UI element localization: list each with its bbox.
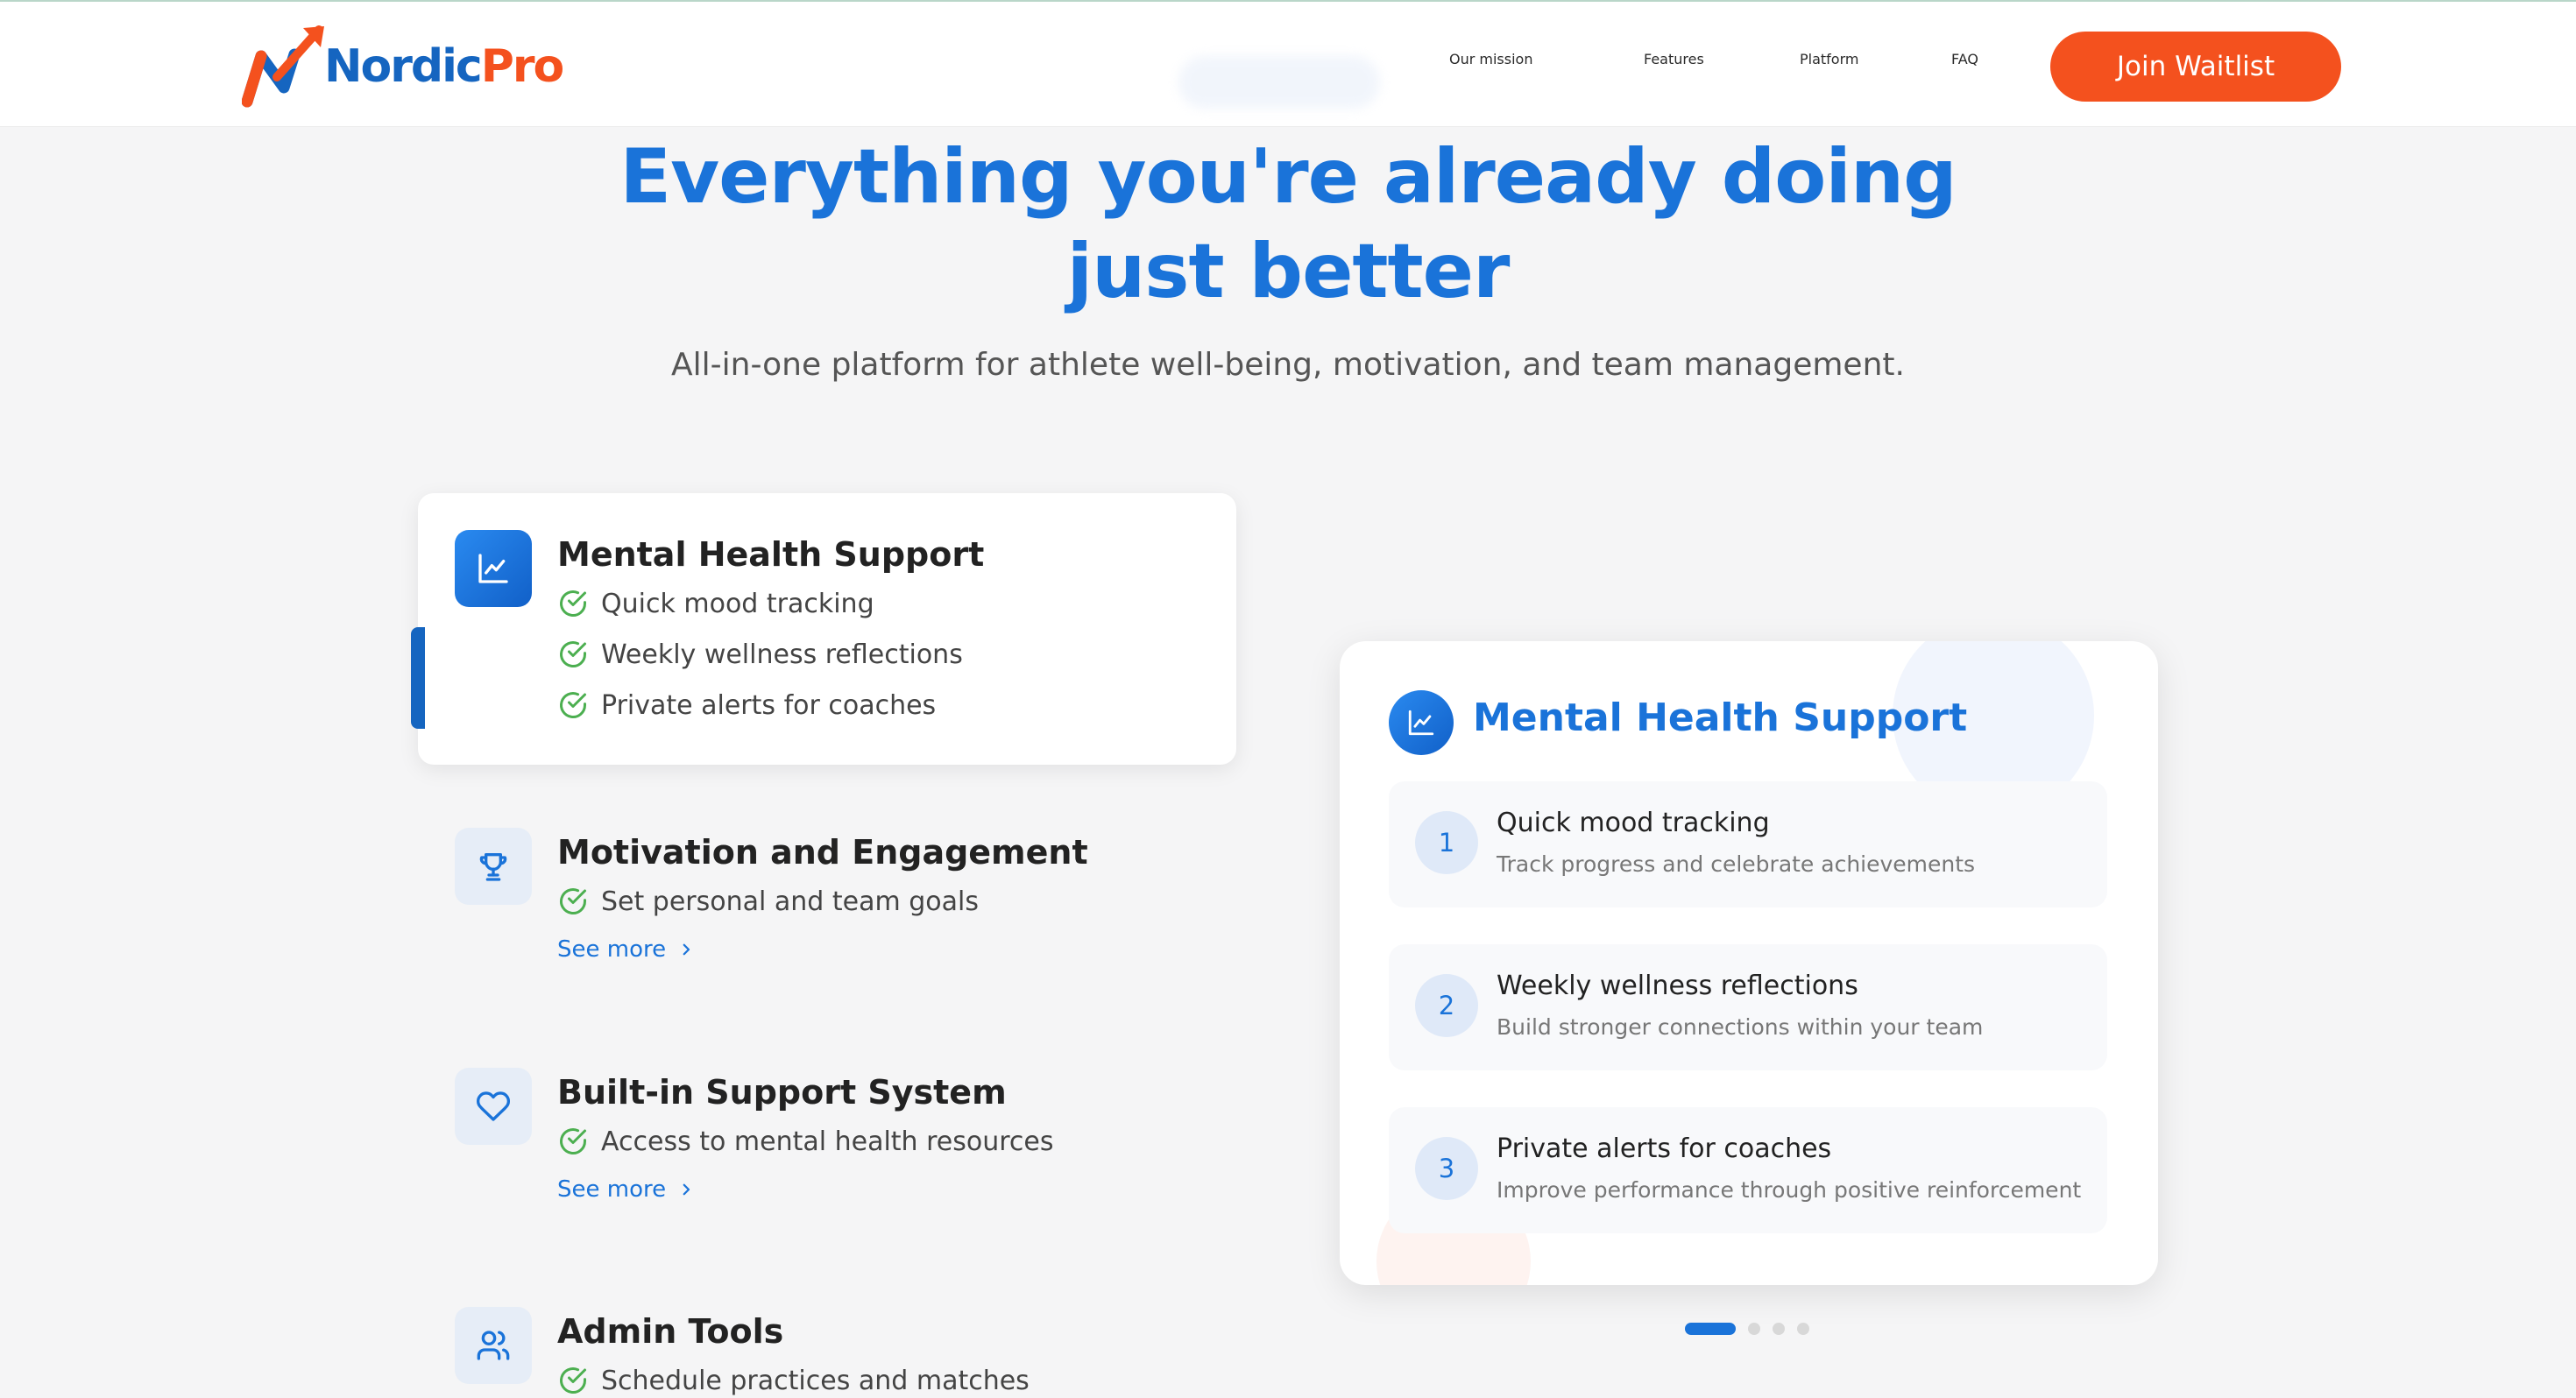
nav-link-our-mission[interactable]: Our mission (1449, 51, 1532, 67)
logo-text-pro: Pro (480, 40, 564, 93)
check-circle-icon (560, 1128, 586, 1154)
background-pill-decoration (1178, 56, 1380, 109)
users-icon (455, 1307, 532, 1384)
step-number-badge: 2 (1415, 974, 1478, 1037)
logo-text-nordic: Nordic (324, 40, 483, 93)
feature-item: Private alerts for coaches (557, 689, 936, 721)
join-waitlist-button[interactable]: Join Waitlist (2050, 32, 2341, 102)
carousel-dot-1[interactable] (1685, 1323, 1736, 1335)
feature-title: Mental Health Support (557, 535, 985, 574)
check-circle-icon (560, 692, 586, 718)
nav-link-features[interactable]: Features (1644, 51, 1704, 67)
see-more-link[interactable]: See more (557, 1176, 694, 1203)
step-description: Build stronger connections within your t… (1497, 1014, 1984, 1040)
chart-icon (1389, 690, 1454, 755)
feature-title: Built-in Support System (557, 1073, 1007, 1112)
check-circle-icon (560, 1367, 586, 1394)
chevron-right-icon (683, 943, 690, 956)
feature-title: Admin Tools (557, 1312, 784, 1351)
check-circle-icon (560, 641, 586, 667)
nordicpro-logo[interactable]: NordicPro (242, 25, 564, 109)
active-indicator-bar (411, 627, 425, 729)
hero-subtitle: All-in-one platform for athlete well-bei… (671, 347, 1905, 383)
check-circle-icon (560, 590, 586, 617)
step-title: Quick mood tracking (1497, 808, 1770, 838)
step-title: Weekly wellness reflections (1497, 971, 1858, 1001)
check-circle-icon (560, 888, 586, 914)
trophy-icon (455, 828, 532, 905)
feature-item: Weekly wellness reflections (557, 639, 963, 670)
carousel-dot-3[interactable] (1773, 1323, 1785, 1335)
site-header: NordicPro Our mission Features Platform … (0, 0, 2576, 127)
carousel-dot-2[interactable] (1748, 1323, 1760, 1335)
see-more-link[interactable]: See more (557, 936, 694, 963)
logo-mark-icon (242, 25, 324, 108)
carousel-dot-4[interactable] (1797, 1323, 1809, 1335)
feature-item: Schedule practices and matches (557, 1365, 1030, 1396)
step-description: Improve performance through positive rei… (1497, 1177, 2082, 1203)
step-title: Private alerts for coaches (1497, 1133, 1832, 1164)
step-description: Track progress and celebrate achievement… (1497, 851, 1976, 877)
nav-link-faq[interactable]: FAQ (1951, 51, 1978, 67)
feature-item: Access to mental health resources (557, 1126, 1054, 1157)
feature-title: Motivation and Engagement (557, 833, 1088, 872)
hero-title-line-2: just better (1066, 228, 1511, 315)
hero-title-line-1: Everything you're already doing (619, 133, 1957, 221)
chevron-right-icon (683, 1183, 690, 1196)
hero-title: Everything you're already doing just bet… (0, 130, 2576, 319)
panel-title: Mental Health Support (1473, 695, 1968, 740)
feature-detail-panel: Mental Health Support 1 Quick mood track… (1340, 641, 2158, 1285)
step-number-badge: 1 (1415, 811, 1478, 874)
feature-item: Quick mood tracking (557, 588, 874, 619)
chart-icon (455, 530, 532, 607)
feature-card-active[interactable] (418, 493, 1236, 765)
feature-item: Set personal and team goals (557, 886, 979, 917)
nav-link-platform[interactable]: Platform (1800, 51, 1858, 67)
heart-icon (455, 1068, 532, 1145)
step-card: 1 Quick mood tracking Track progress and… (1389, 781, 2107, 907)
step-card: 3 Private alerts for coaches Improve per… (1389, 1107, 2107, 1233)
step-number-badge: 3 (1415, 1137, 1478, 1200)
carousel-dots (1685, 1322, 1822, 1336)
step-card: 2 Weekly wellness reflections Build stro… (1389, 944, 2107, 1070)
